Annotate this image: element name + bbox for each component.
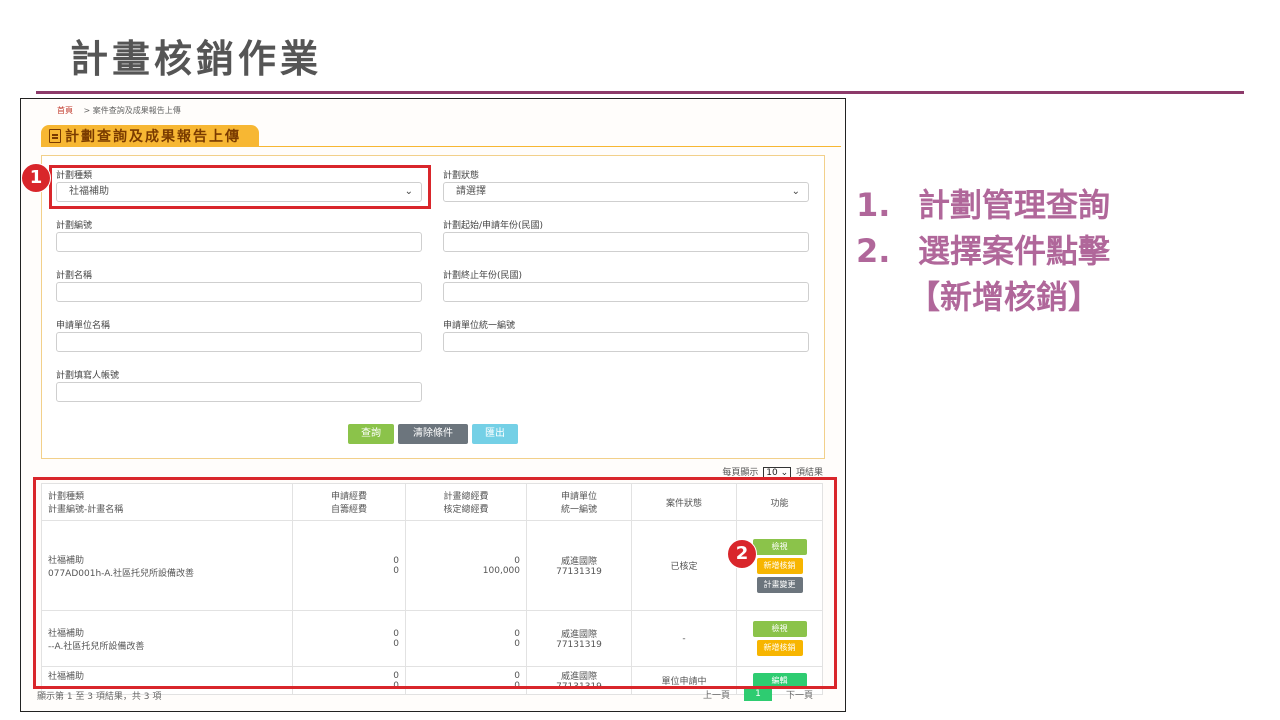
end-year-input[interactable] — [443, 282, 809, 302]
plan-status-label: 計劃狀態 — [443, 171, 480, 181]
plan-name-input[interactable] — [56, 282, 422, 302]
plan-status-select[interactable]: 請選擇 ⌄ — [443, 182, 809, 202]
unit-name-label: 申請單位名稱 — [56, 321, 111, 331]
end-year-label: 計劃終止年份(民國) — [443, 271, 523, 281]
unit-id-input[interactable] — [443, 332, 809, 352]
breadcrumb-home-link[interactable]: 首頁 — [57, 106, 73, 115]
query-button[interactable]: 查詢 — [348, 424, 394, 444]
instruction-notes: 1. 計劃管理查詢 2. 選擇案件點擊 【新增核銷】 — [856, 182, 1110, 320]
pagination: 上一頁 1 下一頁 — [703, 687, 813, 701]
unit-id-label: 申請單位統一編號 — [443, 321, 516, 331]
breadcrumb-current: > 案件查詢及成果報告上傳 — [83, 106, 181, 115]
next-page-link[interactable]: 下一頁 — [786, 688, 813, 701]
highlight-box-results — [33, 477, 837, 689]
plan-status-value: 請選擇 — [456, 186, 486, 197]
export-button[interactable]: 匯出 — [472, 424, 518, 444]
filler-account-label: 計劃填寫人帳號 — [56, 371, 120, 381]
note-1: 1. 計劃管理查詢 — [856, 186, 1111, 224]
note-2: 2. 選擇案件點擊 — [856, 232, 1111, 270]
current-page[interactable]: 1 — [743, 687, 772, 701]
slide-title: 計畫核銷作業 — [70, 37, 323, 81]
clear-button[interactable]: 清除條件 — [398, 424, 468, 444]
document-icon — [49, 129, 61, 143]
pager-summary: 顯示第 1 至 3 項結果，共 3 項 — [37, 692, 162, 702]
step-badge-2: 2 — [727, 539, 757, 569]
plan-number-input[interactable] — [56, 232, 422, 252]
step-badge-1: 1 — [21, 163, 51, 193]
chevron-down-icon: ⌄ — [791, 186, 800, 197]
title-divider — [36, 91, 1244, 94]
breadcrumb: 首頁 > 案件查詢及成果報告上傳 — [57, 105, 181, 116]
start-year-label: 計劃起始/申請年份(民國) — [443, 221, 544, 231]
page-title: 計劃查詢及成果報告上傳 — [65, 129, 241, 145]
plan-number-label: 計劃編號 — [56, 221, 93, 231]
unit-name-input[interactable] — [56, 332, 422, 352]
page-title-tab: 計劃查詢及成果報告上傳 — [41, 125, 259, 147]
start-year-input[interactable] — [443, 232, 809, 252]
screenshot-frame: 首頁 > 案件查詢及成果報告上傳 計劃查詢及成果報告上傳 計劃種類 社福補助 ⌄… — [20, 98, 846, 712]
tab-underline — [41, 146, 841, 147]
plan-name-label: 計劃名稱 — [56, 271, 93, 281]
filler-account-input[interactable] — [56, 382, 422, 402]
prev-page-link[interactable]: 上一頁 — [703, 688, 730, 701]
note-3: 【新增核銷】 — [908, 278, 1101, 316]
highlight-box-plan-type — [49, 165, 431, 209]
